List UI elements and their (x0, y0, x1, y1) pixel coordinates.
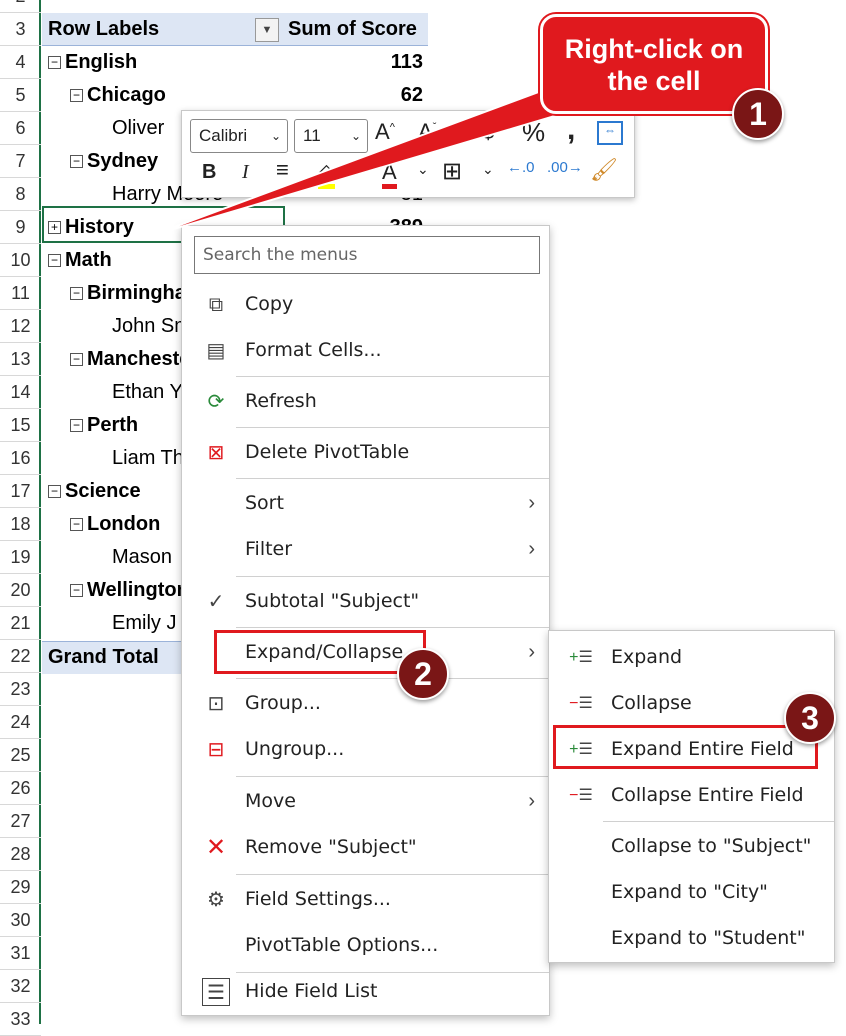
step-badge-1: 1 (732, 88, 784, 140)
instruction-callout: Right-click on the cell (540, 14, 768, 114)
callout-text-line2: the cell (607, 66, 701, 96)
callout-text-line1: Right-click on (564, 34, 744, 64)
step-badge-3: 3 (784, 692, 836, 744)
callout-pointer (149, 82, 577, 237)
step-badge-2: 2 (397, 648, 449, 700)
highlight-expand-entire-field (553, 725, 818, 769)
highlight-expand-collapse (214, 630, 426, 674)
